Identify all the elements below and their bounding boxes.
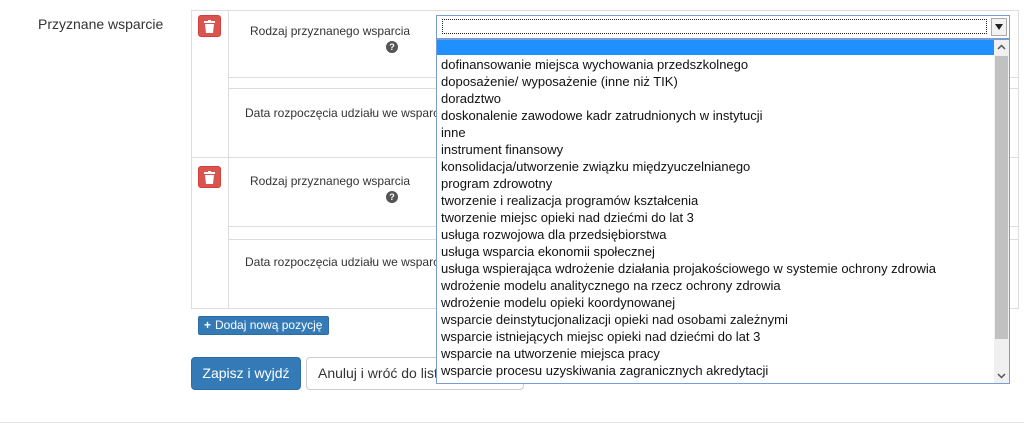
scroll-down-icon[interactable] xyxy=(997,371,1006,380)
option[interactable]: wsparcie procesu uzyskiwania zagraniczny… xyxy=(441,362,936,379)
option[interactable]: wsparcie na utworzenie miejsca pracy xyxy=(441,345,936,362)
option[interactable]: program zdrowotny xyxy=(441,175,936,192)
option[interactable]: doskonalenie zawodowe kadr zatrudnionych… xyxy=(441,107,936,124)
option[interactable]: instrument finansowy xyxy=(441,141,936,158)
option[interactable]: usługa wsparcia ekonomii społecznej xyxy=(441,243,936,260)
dropdown-toggle[interactable] xyxy=(991,18,1007,36)
start-date-label: Data rozpoczęcia udziału we wsparciu xyxy=(245,106,449,120)
section-label: Przyznane wsparcie xyxy=(38,16,164,32)
option[interactable]: usługa rozwojowa dla przedsiębiorstwa xyxy=(441,226,936,243)
support-type-options: dofinansowanie miejsca wychowania przeds… xyxy=(436,39,1010,384)
support-type-select[interactable] xyxy=(436,15,1010,39)
option[interactable]: dofinansowanie miejsca wychowania przeds… xyxy=(441,56,936,73)
scroll-up-icon[interactable] xyxy=(997,43,1006,52)
option[interactable]: wsparcie istniejących miejsc opieki nad … xyxy=(441,328,936,345)
help-icon[interactable]: ? xyxy=(386,191,398,203)
bottom-divider xyxy=(0,422,1024,423)
options-scrollbar[interactable] xyxy=(994,40,1009,383)
option[interactable]: usługa wspierająca wdrożenie działania p… xyxy=(441,260,936,277)
trash-icon xyxy=(204,171,215,184)
option[interactable]: doradztwo xyxy=(441,90,936,107)
option[interactable]: wsparcie deinstytucjonalizacji opieki na… xyxy=(441,311,936,328)
option-empty-highlighted[interactable] xyxy=(437,40,995,55)
option[interactable]: doposażenie/ wyposażenie (inne niż TIK) xyxy=(441,73,936,90)
option[interactable]: wdrożenie modelu opieki koordynowanej xyxy=(441,294,936,311)
delete-entry-button[interactable] xyxy=(198,166,221,188)
delete-column xyxy=(192,11,229,158)
delete-column xyxy=(192,158,229,308)
option[interactable]: inne xyxy=(441,124,936,141)
support-type-label: Rodzaj przyznanego wsparcia xyxy=(250,174,411,188)
support-type-label: Rodzaj przyznanego wsparcia xyxy=(250,24,411,38)
start-date-label: Data rozpoczęcia udziału we wsparciu xyxy=(245,255,449,269)
chevron-down-icon xyxy=(995,24,1003,30)
delete-entry-button[interactable] xyxy=(198,15,221,37)
save-and-exit-button[interactable]: Zapisz i wyjdź xyxy=(191,357,301,390)
option[interactable]: tworzenie i realizacja programów kształc… xyxy=(441,192,936,209)
scrollbar-thumb[interactable] xyxy=(995,56,1008,339)
help-icon[interactable]: ? xyxy=(386,41,398,53)
select-value xyxy=(442,19,987,34)
trash-icon xyxy=(204,20,215,33)
options-list: dofinansowanie miejsca wychowania przeds… xyxy=(441,56,936,379)
option[interactable]: tworzenie miejsc opieki nad dziećmi do l… xyxy=(441,209,936,226)
option[interactable]: konsolidacja/utworzenie związku międzyuc… xyxy=(441,158,936,175)
plus-icon: + xyxy=(204,318,212,332)
option[interactable]: wdrożenie modelu analitycznego na rzecz … xyxy=(441,277,936,294)
add-entry-label: Dodaj nową pozycję xyxy=(215,318,323,332)
add-entry-button[interactable]: + Dodaj nową pozycję xyxy=(198,316,330,335)
